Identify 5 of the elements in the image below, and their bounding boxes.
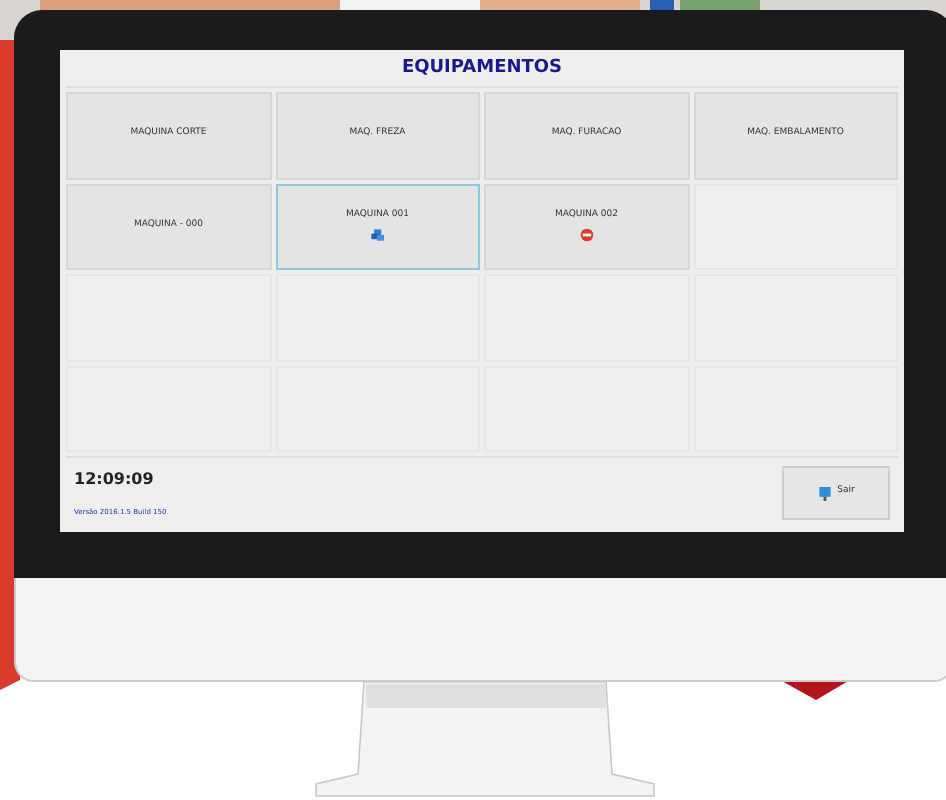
clock-text: 12:09:09 [74,467,156,492]
monitor-icon [817,485,832,501]
stop-icon [579,228,594,243]
window-title: EQUIPAMENTOS [66,54,898,88]
machine-status-icon [370,228,385,243]
